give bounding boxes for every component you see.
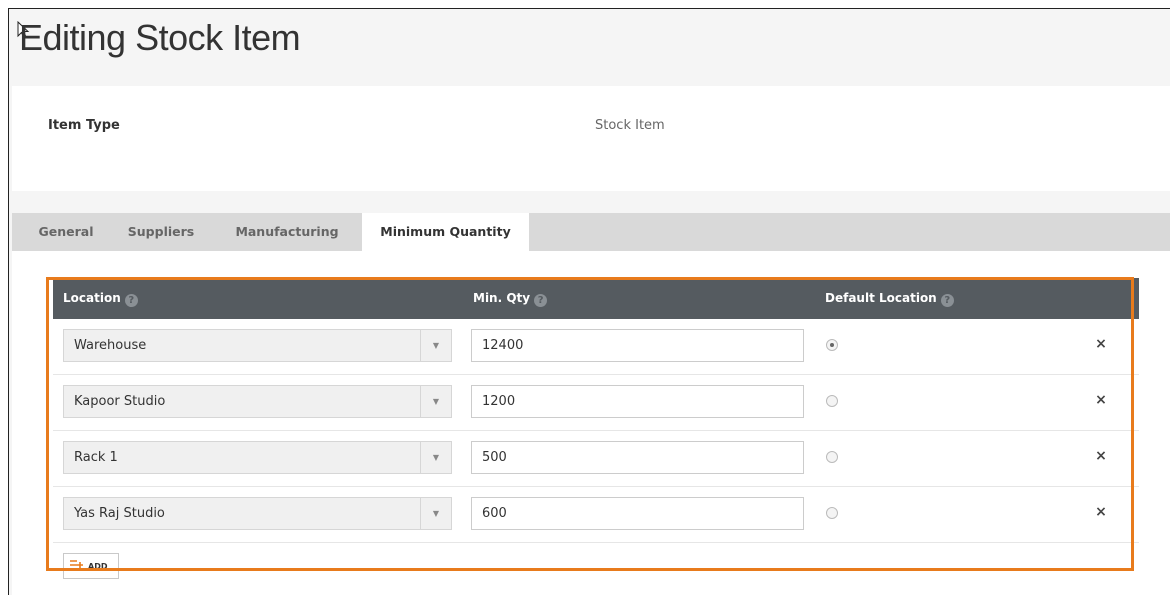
location-select[interactable]: Kapoor Studio ▼ <box>63 385 452 418</box>
editor-window: Editing Stock Item Item Type Stock Item … <box>8 8 1170 595</box>
item-type-value: Stock Item <box>595 118 665 133</box>
min-qty-input[interactable] <box>471 329 804 362</box>
help-icon[interactable]: ? <box>940 294 954 307</box>
tab-general[interactable]: General <box>32 213 100 251</box>
default-location-column-label: Default Location <box>825 291 937 305</box>
tab-minimum-quantity[interactable]: Minimum Quantity <box>362 213 529 251</box>
grid-header: Location? Min. Qty? Default Location? <box>53 278 1139 319</box>
location-column-label: Location <box>63 291 121 305</box>
tab-manufacturing[interactable]: Manufacturing <box>232 213 342 251</box>
item-info-panel: Item Type Stock Item <box>12 86 1170 191</box>
add-rows-icon <box>70 559 84 575</box>
location-select[interactable]: Warehouse ▼ <box>63 329 452 362</box>
default-location-column-header: Default Location? <box>825 278 954 319</box>
close-icon[interactable]: × <box>1093 504 1109 522</box>
help-icon[interactable]: ? <box>124 294 138 307</box>
location-select[interactable]: Rack 1 ▼ <box>63 441 452 474</box>
location-select[interactable]: Yas Raj Studio ▼ <box>63 497 452 530</box>
chevron-down-icon[interactable]: ▼ <box>420 442 451 473</box>
chevron-down-icon[interactable]: ▼ <box>420 330 451 361</box>
minimum-quantity-grid: Location? Min. Qty? Default Location? Wa… <box>53 278 1139 587</box>
table-row: Yas Raj Studio ▼ × <box>53 487 1139 543</box>
chevron-down-icon[interactable]: ▼ <box>420 498 451 529</box>
tab-bar: General Suppliers Manufacturing Minimum … <box>12 213 1170 251</box>
location-select-value: Kapoor Studio <box>74 394 166 409</box>
close-icon[interactable]: × <box>1093 448 1109 466</box>
item-type-label: Item Type <box>48 118 120 133</box>
min-qty-input[interactable] <box>471 441 804 474</box>
location-select-value: Yas Raj Studio <box>74 506 165 521</box>
table-row: Warehouse ▼ × <box>53 319 1139 375</box>
tab-content-minimum-quantity: Location? Min. Qty? Default Location? Wa… <box>12 251 1170 595</box>
close-icon[interactable]: × <box>1093 392 1109 410</box>
add-row-button[interactable]: ADD <box>63 553 119 579</box>
table-row: Rack 1 ▼ × <box>53 431 1139 487</box>
table-row: Kapoor Studio ▼ × <box>53 375 1139 431</box>
default-location-radio[interactable] <box>826 339 838 351</box>
min-qty-input[interactable] <box>471 497 804 530</box>
default-location-radio[interactable] <box>826 451 838 463</box>
close-icon[interactable]: × <box>1093 336 1109 354</box>
min-qty-column-label: Min. Qty <box>473 291 531 305</box>
help-icon[interactable]: ? <box>534 294 548 307</box>
location-select-value: Warehouse <box>74 338 147 353</box>
location-column-header: Location? <box>63 278 138 319</box>
add-button-label: ADD <box>88 562 108 571</box>
chevron-down-icon[interactable]: ▼ <box>420 386 451 417</box>
default-location-radio[interactable] <box>826 395 838 407</box>
min-qty-input[interactable] <box>471 385 804 418</box>
grid-footer: ADD <box>53 543 1139 587</box>
tab-suppliers[interactable]: Suppliers <box>122 213 200 251</box>
default-location-radio[interactable] <box>826 507 838 519</box>
page-title: Editing Stock Item <box>19 17 301 58</box>
location-select-value: Rack 1 <box>74 450 118 465</box>
min-qty-column-header: Min. Qty? <box>473 278 548 319</box>
